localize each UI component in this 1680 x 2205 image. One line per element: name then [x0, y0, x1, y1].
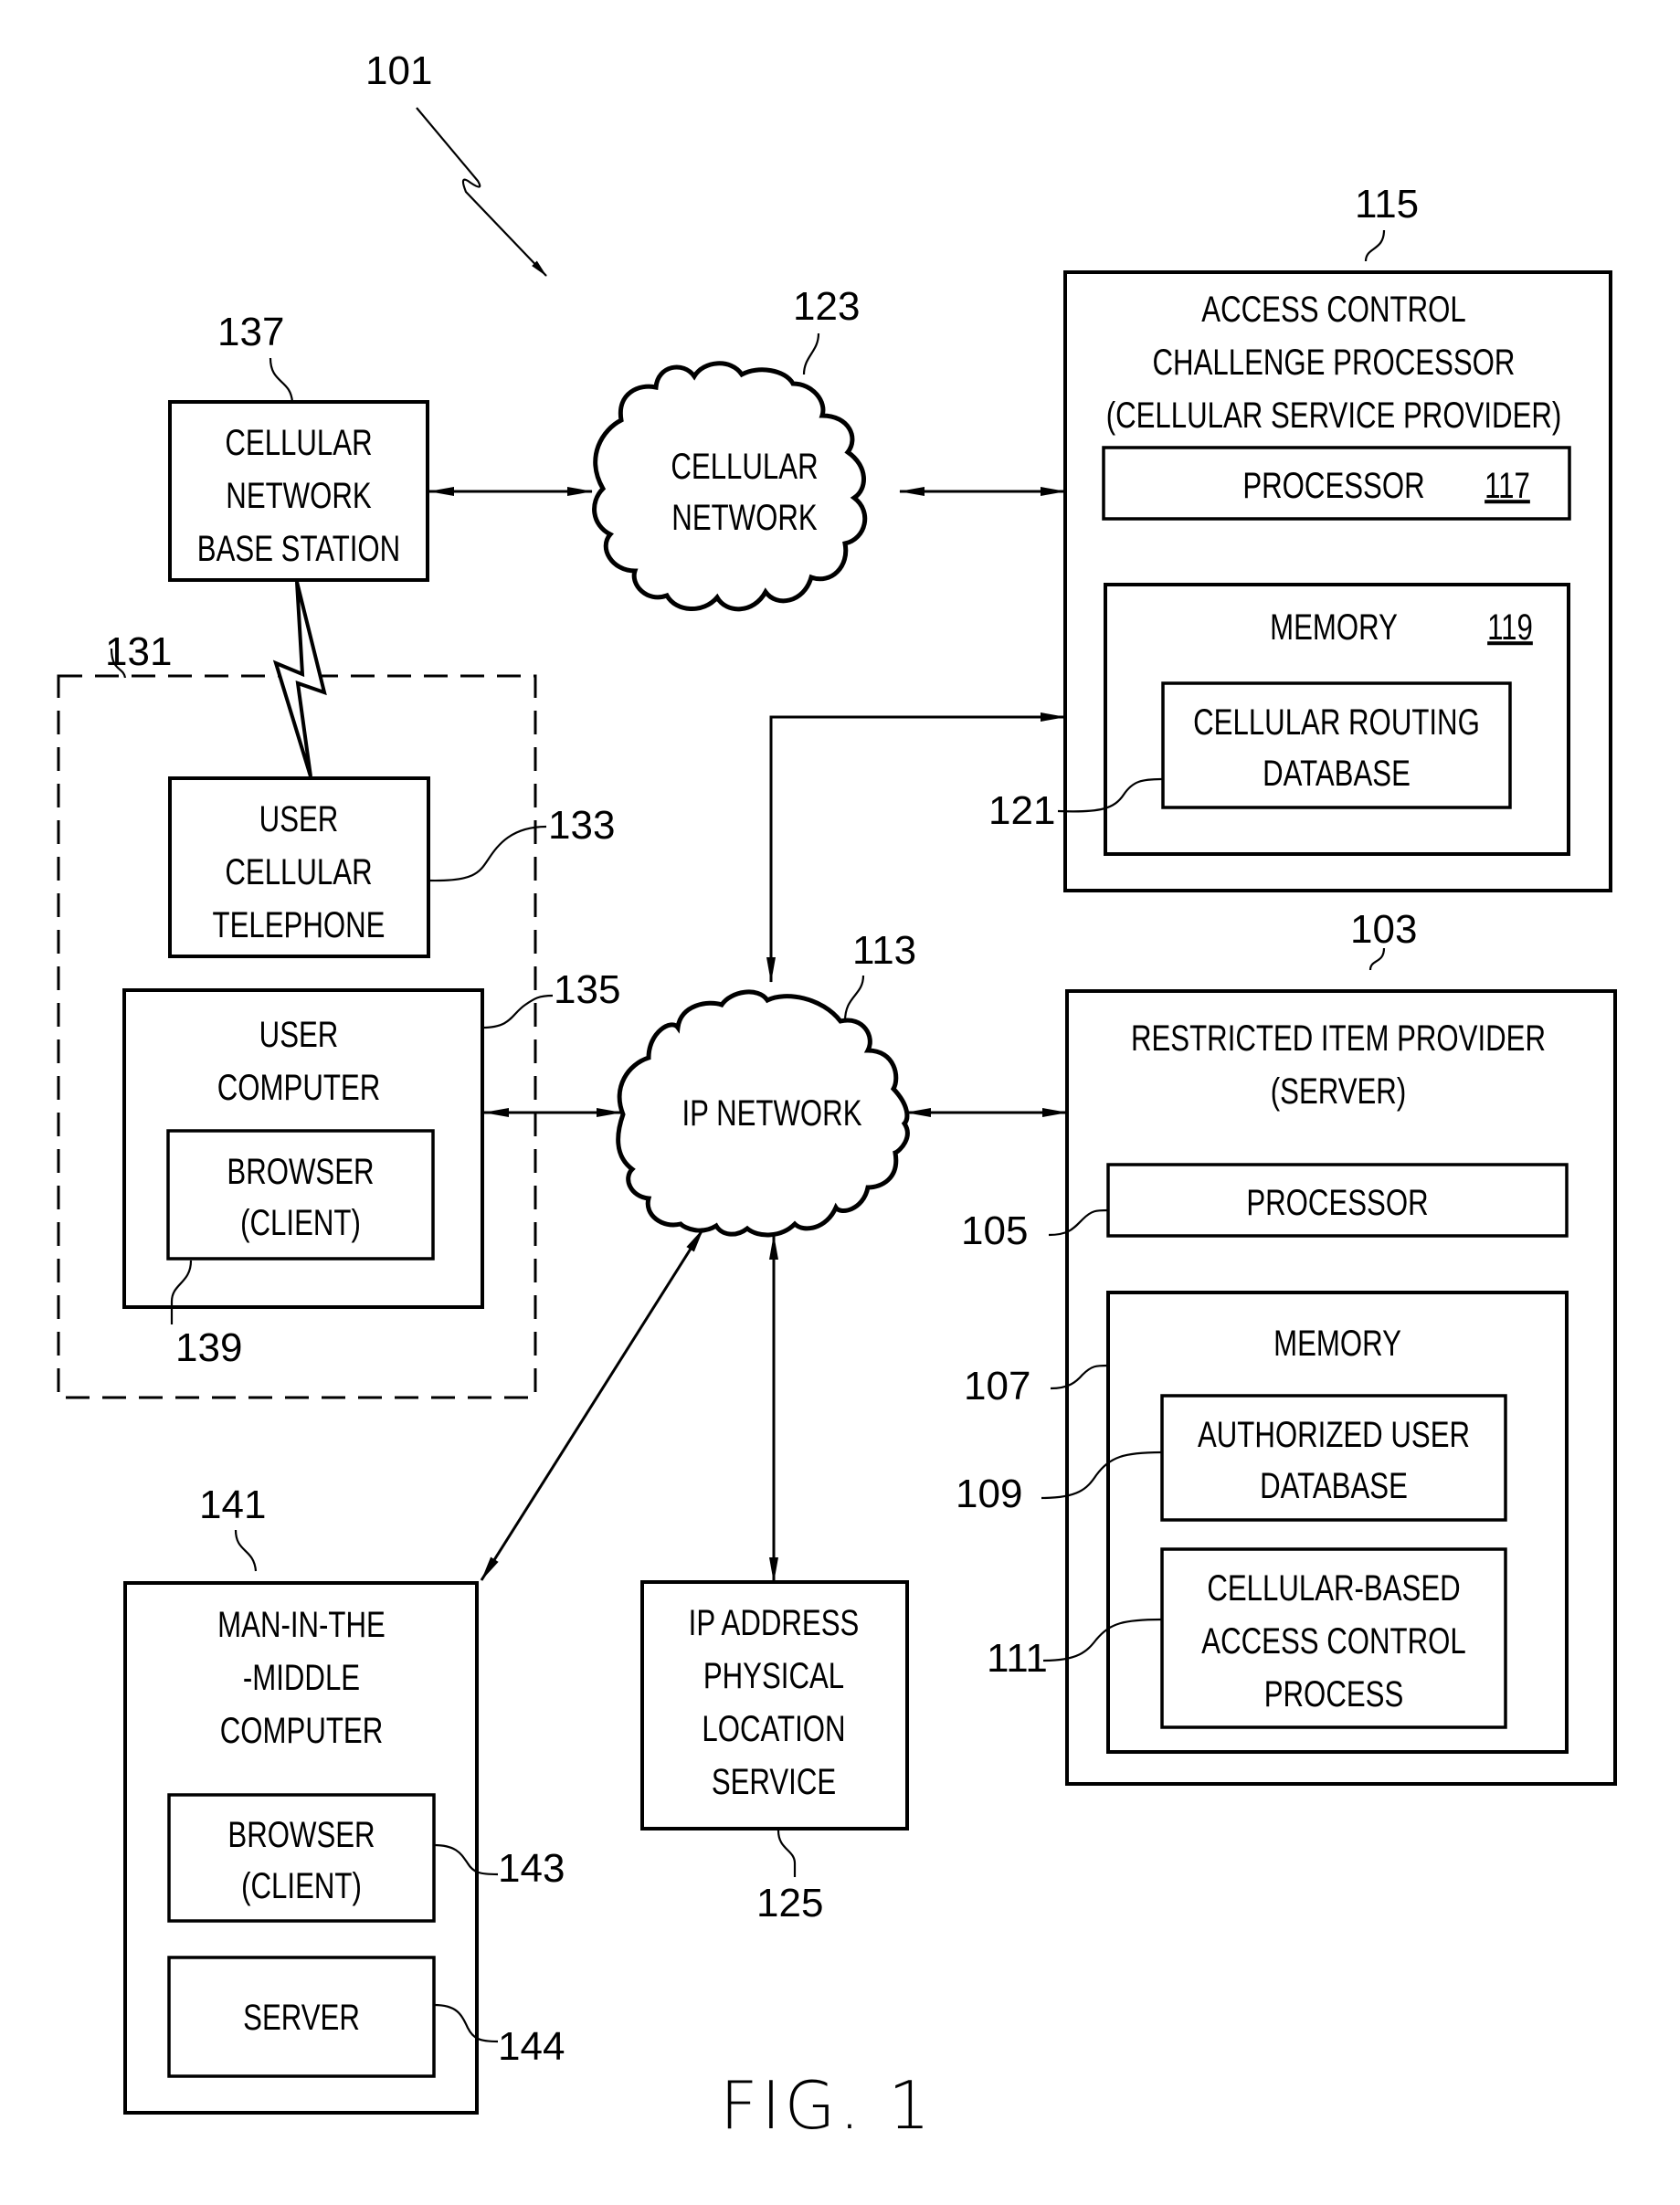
ref-label-117: 117 [1485, 465, 1530, 506]
base-station-line-3: BASE STATION [197, 528, 400, 569]
ref-label-135: 135 [554, 967, 620, 1012]
ref-label-143: 143 [498, 1846, 565, 1891]
user-browser-line-2: (CLIENT) [240, 1202, 361, 1243]
ref-label-144: 144 [498, 2024, 565, 2069]
ref-label-119: 119 [1487, 607, 1533, 648]
ref-label-133: 133 [548, 803, 615, 848]
mitm-line-2: -MIDDLE [243, 1657, 360, 1698]
ref-label-123: 123 [793, 284, 860, 329]
leader-115 [1364, 229, 1386, 262]
leader-137 [269, 357, 294, 403]
ref-label-141: 141 [199, 1482, 266, 1527]
user-browser-line-1: BROWSER [227, 1151, 374, 1192]
ip-network-label: IP NETWORK [682, 1092, 862, 1134]
access-control-process-line-1: CELLULAR-BASED [1207, 1567, 1460, 1609]
arrow-ipnetwork-accesscontrol [766, 712, 1066, 983]
leader-133 [428, 825, 547, 882]
base-station-line-1: CELLULAR [225, 422, 372, 463]
authorized-user-db-line-1: AUTHORIZED USER [1198, 1414, 1470, 1455]
figure-caption: FIG. 1 [720, 2067, 934, 2144]
ip-location-line-2: PHYSICAL [703, 1655, 844, 1696]
arrow-ipnetwork-mitm [480, 1228, 705, 1581]
leader-123 [802, 332, 820, 375]
cellular-network-line-2: NETWORK [671, 497, 817, 538]
user-phone-line-3: TELEPHONE [213, 904, 386, 945]
ref-label-105: 105 [961, 1208, 1028, 1253]
mitm-browser-line-1: BROWSER [227, 1814, 375, 1855]
user-computer-line-1: USER [259, 1014, 339, 1055]
leader-113 [843, 975, 865, 1022]
ref-label-111: 111 [987, 1636, 1048, 1681]
mitm-line-3: COMPUTER [220, 1710, 383, 1751]
server-line-1: RESTRICTED ITEM PROVIDER [1131, 1018, 1546, 1059]
ref-label-125: 125 [756, 1881, 823, 1925]
mitm-server-label: SERVER [243, 1997, 360, 2038]
cellular-network-line-1: CELLULAR [671, 446, 818, 487]
user-phone-line-1: USER [259, 798, 339, 839]
system-squiggle-arrow [416, 107, 547, 277]
ref-label-121: 121 [988, 788, 1055, 833]
user-phone-line-2: CELLULAR [225, 851, 372, 892]
ref-label-137: 137 [217, 310, 284, 354]
ref-label-107: 107 [964, 1364, 1030, 1408]
cellular-routing-db-line-1: CELLULAR ROUTING [1193, 702, 1480, 743]
server-processor-label: PROCESSOR [1246, 1182, 1428, 1223]
cellular-routing-db-line-2: DATABASE [1263, 753, 1411, 794]
server-memory-label: MEMORY [1273, 1323, 1401, 1364]
user-computer-line-2: COMPUTER [217, 1067, 380, 1108]
ref-label-103: 103 [1350, 907, 1417, 952]
leader-141 [234, 1529, 258, 1572]
access-control-memory-label: MEMORY [1270, 607, 1398, 648]
ref-label-101: 101 [365, 48, 432, 93]
mitm-browser-line-2: (CLIENT) [241, 1865, 362, 1906]
ref-label-113: 113 [852, 928, 916, 973]
access-control-line-2: CHALLENGE PROCESSOR [1153, 342, 1516, 383]
ref-label-115: 115 [1355, 182, 1419, 227]
leader-125 [777, 1830, 797, 1877]
server-line-2: (SERVER) [1271, 1071, 1406, 1112]
access-control-process-line-3: PROCESS [1264, 1673, 1404, 1714]
leader-135 [481, 994, 554, 1029]
access-control-process-line-2: ACCESS CONTROL [1201, 1620, 1465, 1662]
patent-figure: 101 137 CELLULAR NETWORK BASE STATION 12… [57, 48, 1617, 2144]
ip-location-line-3: LOCATION [702, 1708, 845, 1749]
ref-label-131: 131 [105, 629, 172, 674]
mitm-line-1: MAN-IN-THE [217, 1604, 386, 1645]
ref-label-139: 139 [175, 1325, 242, 1370]
wireless-link-bolt-icon [272, 581, 327, 777]
access-control-line-3: (CELLULAR SERVICE PROVIDER) [1106, 395, 1562, 436]
access-control-processor-label: PROCESSOR [1242, 465, 1424, 506]
authorized-user-db-line-2: DATABASE [1260, 1465, 1408, 1506]
ref-label-109: 109 [956, 1472, 1022, 1516]
ip-location-line-1: IP ADDRESS [689, 1602, 860, 1643]
base-station-line-2: NETWORK [226, 475, 371, 516]
access-control-line-1: ACCESS CONTROL [1201, 289, 1465, 330]
ip-location-line-4: SERVICE [712, 1761, 836, 1802]
